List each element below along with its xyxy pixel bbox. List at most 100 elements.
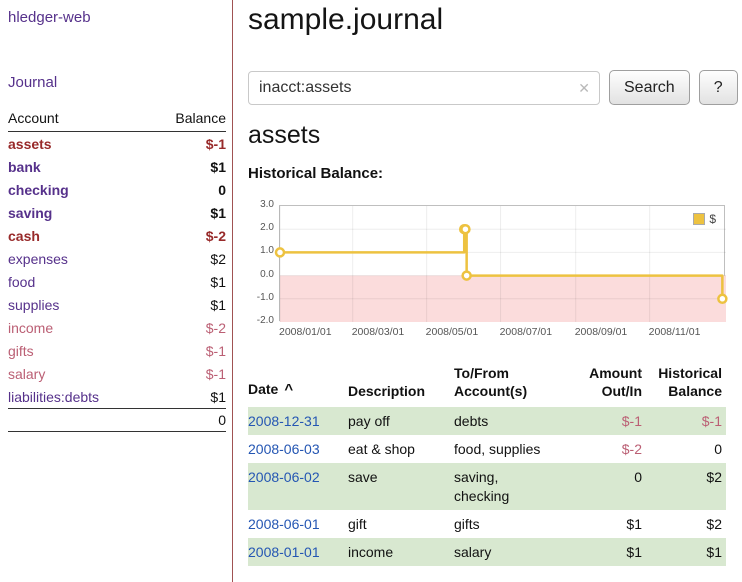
account-heading: assets: [248, 121, 738, 150]
account-balance: $2: [148, 247, 226, 270]
account-link-bank[interactable]: bank: [8, 159, 41, 175]
chart-plot-area[interactable]: $: [279, 205, 725, 321]
account-row: bank $1: [8, 155, 226, 178]
accounts-total-spacer: [8, 409, 148, 432]
transaction-row[interactable]: 2008-01-01incomesalary$1$1: [248, 538, 726, 566]
txn-accounts: salary: [450, 538, 568, 566]
y-tick-label: -2.0: [257, 315, 274, 326]
txn-balance: $1: [646, 538, 726, 566]
transactions-header-row: Date^ Description To/From Account(s) Amo…: [248, 365, 726, 407]
y-tick-label: 1.0: [260, 245, 274, 256]
txn-description: gift: [344, 510, 450, 538]
account-row: food $1: [8, 270, 226, 293]
column-header-date[interactable]: Date ^: [248, 365, 344, 407]
account-row: saving $1: [8, 201, 226, 224]
search-input[interactable]: [248, 71, 600, 105]
page-title: sample.journal: [248, 2, 738, 37]
x-tick-label: 2008/05/01: [426, 326, 479, 338]
accounts-table: Account Balance assets $-1 bank $1 checking 0…: [8, 110, 226, 432]
account-link-supplies[interactable]: supplies: [8, 297, 59, 313]
transaction-row[interactable]: 2008-06-02savesaving, checking0$2: [248, 463, 726, 509]
legend-label: $: [709, 212, 716, 226]
y-tick-label: -1.0: [257, 292, 274, 303]
account-link-expenses[interactable]: expenses: [8, 251, 68, 267]
account-row: income $-2: [8, 316, 226, 339]
account-row: gifts$-1: [8, 339, 226, 362]
account-link-liabilities-debts[interactable]: liabilities:debts: [8, 389, 99, 405]
x-tick-label: 2008/11/01: [649, 326, 701, 338]
account-link-saving[interactable]: saving: [8, 205, 52, 221]
historical-balance-chart: 3.02.01.00.0-1.0-2.0 $ 2008/01/012008/03…: [248, 205, 738, 343]
account-balance: $1: [148, 293, 226, 316]
txn-date-cell: 2008-06-03: [248, 435, 344, 463]
account-link-assets[interactable]: assets: [8, 136, 52, 152]
txn-amount: $1: [568, 510, 646, 538]
txn-accounts: debts: [450, 407, 568, 435]
transactions-table: Date^ Description To/From Account(s) Amo…: [248, 365, 726, 566]
account-row: expenses $2: [8, 247, 226, 270]
date-header-label: Date: [248, 381, 278, 397]
txn-balance: 0: [646, 435, 726, 463]
app-root: hledger-web Journal Account Balance asse…: [0, 0, 742, 582]
account-link-food[interactable]: food: [8, 274, 35, 290]
txn-date-link[interactable]: 2008-12-31: [248, 413, 320, 429]
x-tick-label: 2008/09/01: [575, 326, 628, 338]
accounts-header-balance: Balance: [148, 110, 226, 132]
account-balance: $1: [148, 201, 226, 224]
txn-description: pay off: [344, 407, 450, 435]
transaction-row[interactable]: 2008-06-03eat & shopfood, supplies$-20: [248, 435, 726, 463]
column-header-balance: Historical Balance: [646, 365, 726, 407]
txn-date-link[interactable]: 2008-06-03: [248, 441, 320, 457]
account-row: salary $-1: [8, 362, 226, 385]
column-header-description: Description: [344, 365, 450, 407]
account-row: assets $-1: [8, 132, 226, 156]
account-link-cash[interactable]: cash: [8, 228, 40, 244]
txn-date-link[interactable]: 2008-06-02: [248, 469, 320, 485]
chart-title: Historical Balance:: [248, 164, 738, 183]
account-row: checking 0: [8, 178, 226, 201]
account-row: cash $-2: [8, 224, 226, 247]
legend-swatch-icon: [693, 213, 705, 225]
journal-link[interactable]: Journal: [8, 73, 226, 92]
txn-date-link[interactable]: 2008-06-01: [248, 516, 320, 532]
transaction-row[interactable]: 2008-06-01giftgifts$1$2: [248, 510, 726, 538]
account-balance: $1: [148, 270, 226, 293]
x-tick-label: 2008/01/01: [279, 326, 332, 338]
account-balance: $-1: [148, 132, 226, 156]
search-button[interactable]: Search: [609, 70, 690, 105]
search-field-wrap: ✕: [248, 71, 600, 105]
account-balance: 0: [148, 178, 226, 201]
txn-description: income: [344, 538, 450, 566]
transaction-row[interactable]: 2008-12-31pay offdebts$-1$-1: [248, 407, 726, 435]
account-link-gifts[interactable]: gifts: [8, 343, 34, 359]
chart-legend: $: [691, 211, 718, 227]
accounts-header-account: Account: [8, 110, 148, 132]
txn-amount: $-1: [568, 407, 646, 435]
account-balance: $1: [148, 385, 226, 409]
txn-date-link[interactable]: 2008-01-01: [248, 544, 320, 560]
account-balance: $-2: [148, 316, 226, 339]
y-axis-labels: 3.02.01.00.0-1.0-2.0: [248, 205, 275, 321]
account-balance: $1: [148, 155, 226, 178]
y-tick-label: 2.0: [260, 222, 274, 233]
search-bar: ✕ Search ?: [248, 70, 738, 105]
account-balance: $-1: [148, 362, 226, 385]
clear-search-icon[interactable]: ✕: [578, 80, 590, 97]
account-link-checking[interactable]: checking: [8, 182, 69, 198]
sort-ascending-icon: ^: [284, 381, 293, 398]
txn-accounts: saving, checking: [450, 463, 568, 509]
txn-date-cell: 2008-06-02: [248, 463, 344, 509]
column-header-accounts: To/From Account(s): [450, 365, 568, 407]
txn-amount: 0: [568, 463, 646, 509]
txn-balance: $-1: [646, 407, 726, 435]
account-link-salary[interactable]: salary: [8, 366, 45, 382]
chart-canvas: [280, 206, 726, 322]
help-button[interactable]: ?: [699, 70, 738, 105]
account-link-income[interactable]: income: [8, 320, 53, 336]
main-content: sample.journal ✕ Search ? assets Histori…: [233, 0, 742, 582]
app-title-link[interactable]: hledger-web: [8, 8, 226, 27]
txn-amount: $-2: [568, 435, 646, 463]
account-balance: $-2: [148, 224, 226, 247]
txn-date-cell: 2008-12-31: [248, 407, 344, 435]
sidebar: hledger-web Journal Account Balance asse…: [0, 0, 233, 582]
